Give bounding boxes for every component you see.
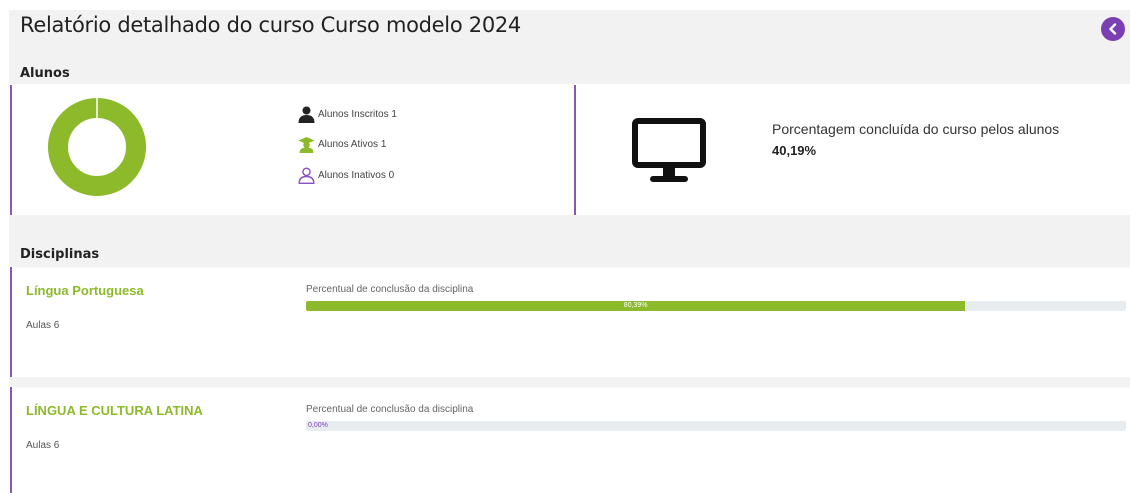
progress-track: 0,00% bbox=[306, 421, 1126, 431]
back-button[interactable] bbox=[1101, 17, 1125, 41]
disciplina-card: Língua Portuguesa Aulas 6 Percentual de … bbox=[10, 267, 1130, 377]
progress-fill: 80,39% bbox=[306, 301, 966, 311]
disciplina-card: LÍNGUA E CULTURA LATINA Aulas 6 Percentu… bbox=[10, 387, 1130, 493]
person-icon bbox=[298, 106, 315, 123]
alunos-section-label: Alunos bbox=[20, 66, 70, 81]
stat-ativos-label: Alunos Ativos 1 bbox=[318, 139, 387, 150]
course-completion-label: Porcentagem concluída do curso pelos alu… bbox=[772, 121, 1060, 137]
disciplinas-band bbox=[9, 215, 1130, 267]
disciplina-bar-label: Percentual de conclusão da disciplina bbox=[306, 404, 474, 415]
separator-band bbox=[9, 377, 1130, 387]
donut-arc bbox=[48, 98, 146, 196]
disciplina-name[interactable]: Língua Portuguesa bbox=[26, 283, 144, 298]
person-outline-icon bbox=[298, 167, 315, 184]
monitor-icon bbox=[632, 118, 706, 182]
alunos-panel bbox=[10, 85, 1130, 215]
stat-inativos: Alunos Inativos 0 bbox=[298, 167, 394, 184]
stat-inativos-label: Alunos Inativos 0 bbox=[318, 170, 395, 181]
graduate-icon bbox=[298, 136, 315, 153]
progress-track: 80,39% bbox=[306, 301, 1126, 311]
disciplina-aulas: Aulas 6 bbox=[26, 320, 60, 331]
disciplina-bar-label: Percentual de conclusão da disciplina bbox=[306, 284, 474, 295]
progress-zero-label: 0,00% bbox=[308, 422, 328, 429]
alunos-donut-chart bbox=[48, 98, 146, 196]
course-completion-value: 40,19% bbox=[772, 143, 817, 158]
stat-inscritos-label: Alunos Inscritos 1 bbox=[318, 109, 397, 120]
disciplina-name[interactable]: LÍNGUA E CULTURA LATINA bbox=[26, 403, 203, 418]
disciplinas-section-label: Disciplinas bbox=[20, 247, 100, 262]
panel-divider bbox=[574, 85, 576, 215]
stat-ativos: Alunos Ativos 1 bbox=[298, 136, 386, 153]
chevron-left-icon bbox=[1109, 23, 1117, 35]
disciplina-aulas: Aulas 6 bbox=[26, 440, 60, 451]
stat-inscritos: Alunos Inscritos 1 bbox=[298, 106, 397, 123]
page-title: Relatório detalhado do curso Curso model… bbox=[20, 13, 521, 37]
